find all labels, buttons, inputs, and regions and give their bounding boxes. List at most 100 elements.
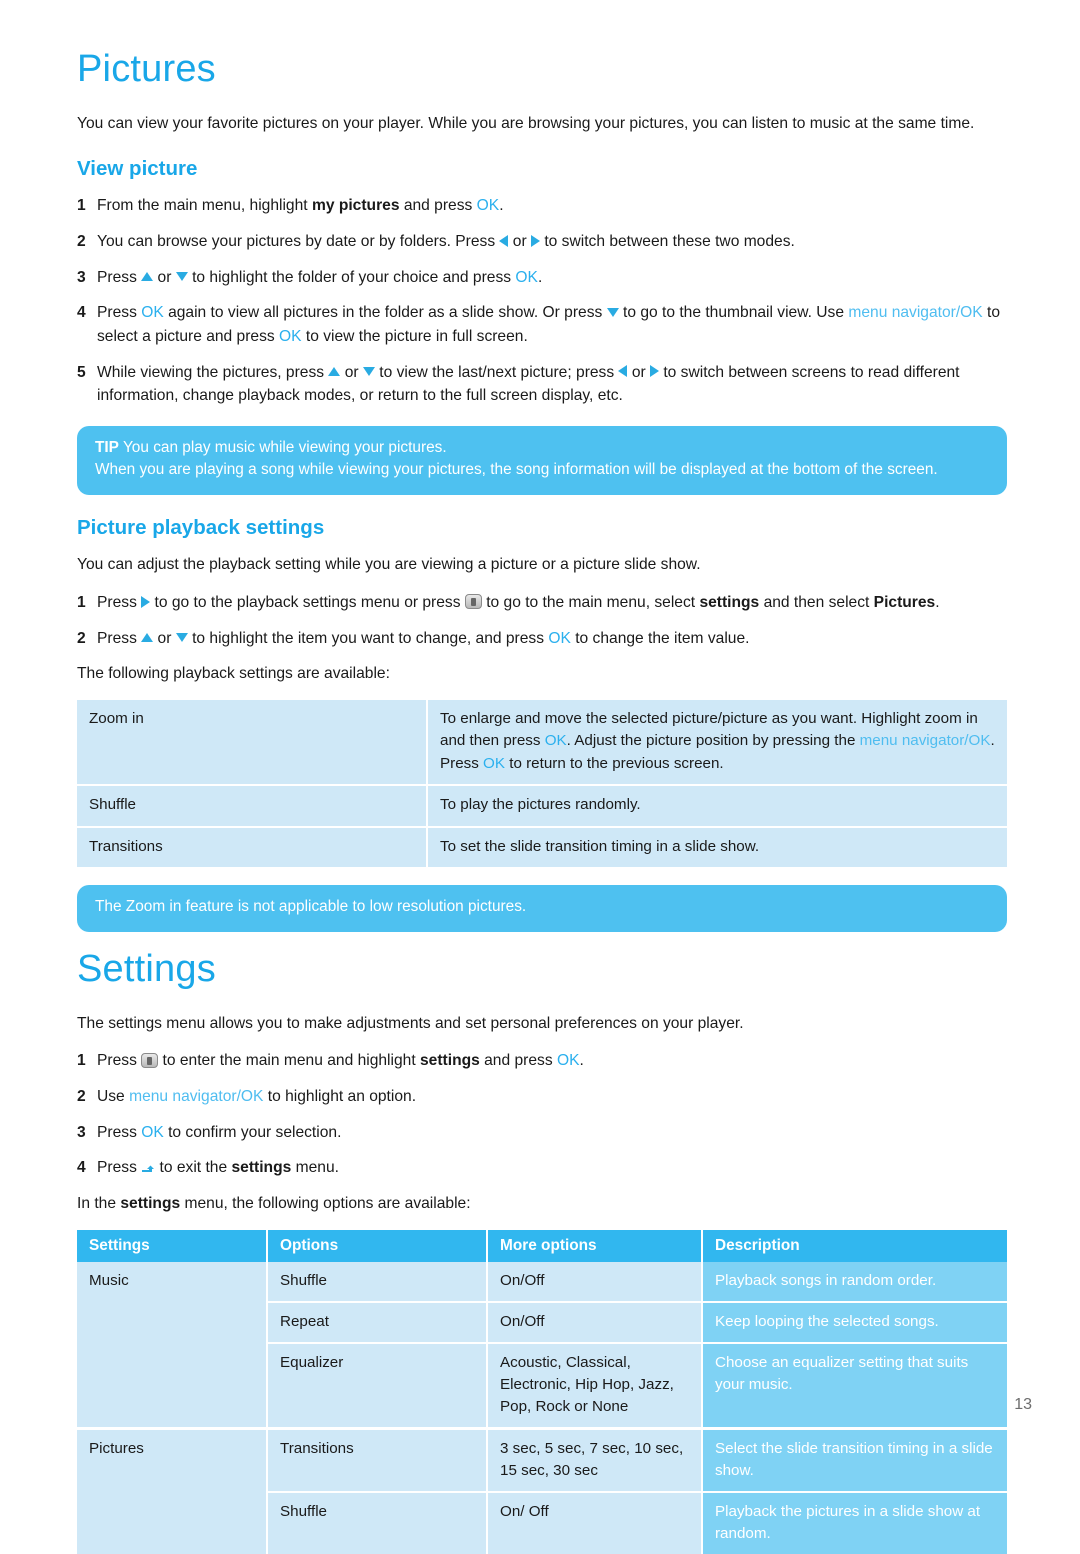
step-number: 4: [77, 1159, 86, 1177]
emphasis-text: settings: [699, 593, 760, 611]
arrow-up-icon: [141, 271, 154, 281]
settings-more-options-cell: On/Off: [487, 1300, 703, 1343]
tip-label: TIP: [95, 438, 119, 456]
menu-button-icon: [141, 1052, 159, 1068]
settings-option-cell: Shuffle: [267, 1490, 488, 1554]
settings-table-intro: In the settings menu, the following opti…: [77, 1195, 471, 1213]
playback-setting-name: Shuffle: [77, 785, 428, 828]
playback-setting-description: To enlarge and move the selected picture…: [427, 699, 1007, 787]
ok-button-reference: OK: [548, 629, 571, 647]
arrow-right-icon: [141, 595, 151, 608]
step-number: 4: [77, 304, 86, 322]
settings-table-header-row: Settings Options More options Description: [77, 1229, 1007, 1262]
menu-navigator-reference: menu navigator/OK: [848, 304, 983, 322]
playback-setting-name: Zoom in: [77, 699, 428, 787]
arrow-right-icon: [531, 234, 540, 247]
table-row: Zoom in To enlarge and move the selected …: [77, 699, 1007, 787]
step-text: From the main menu, highlight my picture…: [97, 197, 504, 215]
emphasis-text: Pictures: [873, 593, 936, 611]
emphasis-text: settings: [420, 1052, 480, 1070]
settings-description-cell: Playback the pictures in a slide show at…: [702, 1490, 1007, 1554]
settings-more-options-cell: On/Off: [487, 1261, 703, 1302]
settings-description-cell: Choose an equalizer setting that suits y…: [702, 1341, 1007, 1429]
step-text: Press to exit the settings menu.: [97, 1159, 339, 1177]
settings-option-cell: Repeat: [267, 1300, 488, 1343]
view-picture-step: 2 You can browse your pictures by date or…: [77, 230, 1007, 254]
step-number: 1: [77, 197, 86, 215]
column-header: Settings: [77, 1229, 268, 1262]
settings-steps: 1 Press to enter the main menu and highli…: [77, 1049, 1007, 1180]
arrow-down-icon: [606, 307, 619, 317]
tip-line-2: When you are playing a song while viewin…: [95, 461, 938, 479]
step-text: Use menu navigator/OK to highlight an op…: [97, 1087, 417, 1105]
step-text: Press OK again to view all pictures in t…: [97, 304, 1001, 345]
settings-more-options-cell: On/ Off: [487, 1490, 703, 1554]
arrow-down-icon: [362, 366, 375, 376]
ok-button-reference: OK: [483, 754, 505, 772]
step-text: Press OK to confirm your selection.: [97, 1123, 342, 1141]
step-text: Press to enter the main menu and highlig…: [97, 1052, 584, 1070]
menu-navigator-reference: menu navigator/OK: [859, 732, 991, 750]
chapter-title-settings: Settings: [77, 947, 216, 990]
ok-button-reference: OK: [544, 732, 567, 750]
tip-text-1: You can play music while viewing your pi…: [118, 438, 447, 456]
settings-more-options-cell: Acoustic, Classical, Electronic, Hip Hop…: [487, 1341, 703, 1429]
step-text: Press or to highlight the folder of your…: [97, 268, 543, 286]
table-row: Music Shuffle On/Off Playback songs in rand…: [77, 1261, 1007, 1429]
step-number: 2: [77, 232, 86, 250]
menu-button-icon: [464, 594, 482, 610]
ok-button-reference: OK: [141, 304, 164, 322]
ok-button-reference: OK: [141, 1123, 164, 1141]
table-row: Shuffle To play the pictures randomly.: [77, 785, 1007, 828]
manual-page: Pictures You can view your favorite pict…: [0, 0, 1080, 1554]
column-header: More options: [487, 1229, 703, 1262]
settings-description-cell: Playback songs in random order.: [702, 1261, 1007, 1302]
playback-setting-description: To set the slide transition timing in a …: [427, 826, 1007, 868]
settings-step: 4 Press to exit the settings menu.: [77, 1156, 1007, 1180]
step-number: 3: [77, 268, 86, 286]
view-picture-step: 1 From the main menu, highlight my pictur…: [77, 194, 1007, 218]
section-title-picture-playback-settings: Picture playback settings: [77, 515, 325, 539]
view-picture-steps: 1 From the main menu, highlight my pictur…: [77, 194, 1007, 408]
settings-step: 1 Press to enter the main menu and highli…: [77, 1049, 1007, 1073]
tip-callout: TIP You can play music while viewing you…: [77, 425, 1007, 495]
ok-button-reference: OK: [556, 1052, 580, 1070]
settings-more-options-cell: 3 sec, 5 sec, 7 sec, 10 sec, 15 sec, 30 …: [487, 1426, 703, 1492]
playback-settings-intro: You can adjust the playback setting whil…: [77, 556, 701, 574]
arrow-right-icon: [650, 365, 660, 378]
settings-description-cell: Keep looping the selected songs.: [702, 1300, 1007, 1343]
view-picture-step: 5 While viewing the pictures, press or to…: [77, 361, 1007, 408]
settings-option-cell: Transitions: [267, 1426, 488, 1492]
return-arrow-icon: [141, 1161, 155, 1174]
arrow-up-icon: [328, 366, 341, 376]
step-number: 1: [77, 593, 86, 611]
ok-button-reference: OK: [476, 197, 500, 215]
table-row: Transitions To set the slide transition t…: [77, 826, 1007, 868]
view-picture-step: 3 Press or to highlight the folder of you…: [77, 266, 1007, 290]
arrow-down-icon: [175, 271, 188, 281]
playback-setting-description: To play the pictures randomly.: [427, 785, 1007, 828]
settings-intro-paragraph: The settings menu allows you to make adj…: [77, 1014, 744, 1032]
settings-step: 3 Press OK to confirm your selection.: [77, 1121, 1007, 1145]
settings-option-cell: Shuffle: [267, 1261, 488, 1302]
page-number: 13: [1014, 1396, 1032, 1413]
playback-settings-step: 2 Press or to highlight the item you want…: [77, 627, 1007, 651]
note-callout: The Zoom in feature is not applicable to…: [77, 885, 1007, 932]
emphasis-text: my pictures: [311, 197, 400, 215]
step-text: While viewing the pictures, press or to …: [97, 363, 960, 405]
settings-options-table: Settings Options More options Description M…: [77, 1229, 1007, 1554]
table-row: Pictures Transitions 3 sec, 5 sec, 7 sec, …: [77, 1426, 1007, 1554]
step-number: 1: [77, 1052, 86, 1070]
emphasis-text: settings: [231, 1159, 292, 1177]
arrow-left-icon: [499, 234, 509, 247]
ok-button-reference: OK: [279, 327, 302, 345]
playback-settings-table: Zoom in To enlarge and move the selected …: [77, 699, 1007, 868]
tip-line-1: TIP You can play music while viewing you…: [95, 437, 989, 459]
section-title-view-picture: View picture: [77, 156, 198, 180]
settings-description-cell: Select the slide transition timing in a …: [702, 1426, 1007, 1492]
view-picture-step: 4 Press OK again to view all pictures in …: [77, 301, 1007, 348]
column-header: Description: [702, 1229, 1007, 1262]
step-text: You can browse your pictures by date or …: [97, 232, 795, 250]
playback-setting-name: Transitions: [77, 826, 428, 868]
step-number: 2: [77, 1087, 86, 1105]
